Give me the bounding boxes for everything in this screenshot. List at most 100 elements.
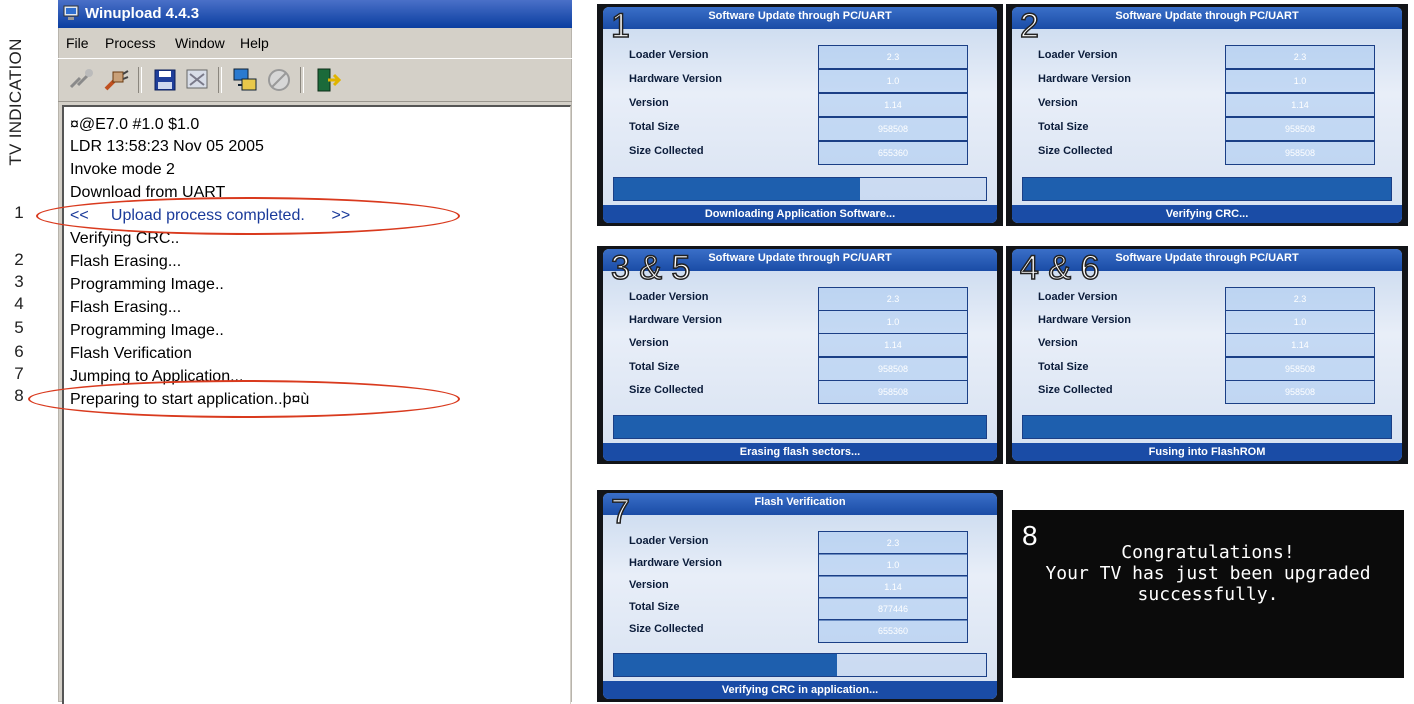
tv-field-value: 958508: [1225, 117, 1375, 141]
toolbar: [58, 58, 572, 102]
tv-screen-7: Flash Verification 7 Loader Version 2.3 Hard…: [597, 490, 1003, 702]
tv-field-label: Size Collected: [629, 384, 704, 396]
tv-screen-header: Software Update through PC/UART: [1012, 7, 1402, 29]
tv-field-value: 1.0: [818, 310, 968, 334]
tv-progress-bar: [613, 177, 987, 201]
tv-screen-number: 4 & 6: [1019, 249, 1100, 287]
step-number: 1: [14, 203, 24, 222]
tv-field-label: Version: [629, 337, 669, 349]
transfer-icon[interactable]: [230, 65, 260, 95]
tv-screen-panel: Software Update through PC/UART 1 Loader V…: [603, 7, 997, 223]
tv-field-value: 958508: [818, 117, 968, 141]
console-line: Programming Image..: [70, 322, 224, 339]
tv-field-value: 2.3: [1225, 45, 1375, 69]
tv-screen-1: Software Update through PC/UART 1 Loader V…: [597, 4, 1003, 226]
screen-icon[interactable]: [182, 65, 212, 95]
tv-field-value: 655360: [818, 141, 968, 165]
tv-field-label: Size Collected: [629, 623, 704, 635]
tv-field-value: 958508: [818, 357, 968, 381]
menu-process[interactable]: Process: [105, 35, 156, 51]
tv-progress-bar: [613, 415, 987, 439]
menu-window[interactable]: Window: [175, 35, 225, 51]
toolbar-separator: [138, 67, 142, 93]
tv-field-value: 2.3: [818, 45, 968, 69]
tv-field-value: 2.3: [1225, 287, 1375, 311]
tv-field-label: Hardware Version: [629, 557, 722, 569]
exit-door-icon[interactable]: [312, 65, 342, 95]
tv-indication-label: TV INDICATION: [6, 38, 25, 166]
tv-field-value: 1.14: [818, 575, 968, 599]
tv-field-label: Size Collected: [629, 145, 704, 157]
tv-screen-3-5: Software Update through PC/UART 3 & 5 Load…: [597, 246, 1003, 464]
title-bar[interactable]: Winupload 4.4.3: [58, 0, 572, 28]
menu-file[interactable]: File: [66, 35, 89, 51]
tv-progress-fill: [614, 416, 986, 438]
message-line: Congratulations!: [1121, 542, 1295, 563]
tv-field-label: Size Collected: [1038, 384, 1113, 396]
tv-field-label: Total Size: [1038, 121, 1089, 133]
tv-field-value: 1.0: [1225, 69, 1375, 93]
tv-field-label: Loader Version: [629, 49, 709, 61]
tv-field-value: 1.14: [1225, 93, 1375, 117]
tv-field-label: Loader Version: [1038, 49, 1118, 61]
congratulations-message: Congratulations! Your TV has just been u…: [1012, 542, 1404, 605]
window-title: Winupload 4.4.3: [85, 5, 200, 22]
tv-field-label: Loader Version: [629, 291, 709, 303]
menu-bar: File Process Window Help: [58, 28, 572, 58]
tv-field-value: 958508: [1225, 357, 1375, 381]
tv-field-label: Hardware Version: [629, 314, 722, 326]
step-number: 5: [14, 318, 24, 337]
connect-plug-icon[interactable]: [100, 65, 130, 95]
tv-screen-number: 2: [1019, 7, 1039, 45]
tv-screen-2: Software Update through PC/UART 2 Loader V…: [1006, 4, 1408, 226]
tv-field-label: Version: [1038, 97, 1078, 109]
tv-field-label: Total Size: [629, 121, 680, 133]
step-number: 3: [14, 272, 24, 291]
save-disk-icon[interactable]: [150, 65, 180, 95]
console-line: Flash Erasing...: [70, 253, 182, 270]
tv-field-value: 2.3: [818, 287, 968, 311]
tv-field-value: 877446: [818, 597, 968, 621]
tv-screen-number: 3 & 5: [610, 249, 691, 287]
tv-progress-bar: [613, 653, 987, 677]
tv-screen-header: Software Update through PC/UART: [603, 7, 997, 29]
tv-field-label: Loader Version: [1038, 291, 1118, 303]
tv-field-label: Size Collected: [1038, 145, 1113, 157]
tv-field-label: Version: [629, 579, 669, 591]
tv-progress-fill: [614, 654, 838, 676]
tv-screen-status: Fusing into FlashROM: [1012, 443, 1402, 461]
tv-field-value: 655360: [818, 619, 968, 643]
console-line: Invoke mode 2: [70, 161, 175, 178]
console-line: LDR 13:58:23 Nov 05 2005: [70, 138, 264, 155]
app-icon: [63, 5, 79, 20]
tv-progress-bar: [1022, 177, 1392, 201]
tv-screen-8: 8 Congratulations! Your TV has just been…: [1012, 510, 1404, 678]
tv-field-value: 1.0: [818, 553, 968, 577]
tv-progress-fill: [1023, 178, 1391, 200]
tv-field-value: 1.0: [1225, 310, 1375, 334]
tv-field-label: Total Size: [629, 361, 680, 373]
menu-help[interactable]: Help: [240, 35, 269, 51]
disconnect-icon[interactable]: [66, 65, 96, 95]
tv-screen-panel: Flash Verification 7 Loader Version 2.3 Hard…: [603, 493, 997, 699]
highlight-ellipse-step-1: [36, 197, 460, 235]
tv-field-label: Hardware Version: [1038, 73, 1131, 85]
tv-field-label: Hardware Version: [629, 73, 722, 85]
tv-field-value: 958508: [818, 380, 968, 404]
tv-field-value: 1.14: [1225, 333, 1375, 357]
console-line: Programming Image..: [70, 276, 224, 293]
tv-progress-bar: [1022, 415, 1392, 439]
stop-icon[interactable]: [264, 65, 294, 95]
toolbar-separator: [218, 67, 222, 93]
tv-screen-header: Flash Verification: [603, 493, 997, 515]
tv-field-value: 958508: [1225, 380, 1375, 404]
tv-screen-panel: Software Update through PC/UART 3 & 5 Load…: [603, 249, 997, 461]
tv-field-label: Version: [1038, 337, 1078, 349]
console-line: Flash Verification: [70, 345, 192, 362]
tv-screen-panel: Software Update through PC/UART 2 Loader V…: [1012, 7, 1402, 223]
message-line: Your TV has just been upgraded: [1045, 563, 1371, 584]
step-number: 8: [14, 386, 24, 405]
tv-field-label: Loader Version: [629, 535, 709, 547]
tv-field-value: 1.14: [818, 333, 968, 357]
tv-screen-number: 1: [610, 7, 630, 45]
